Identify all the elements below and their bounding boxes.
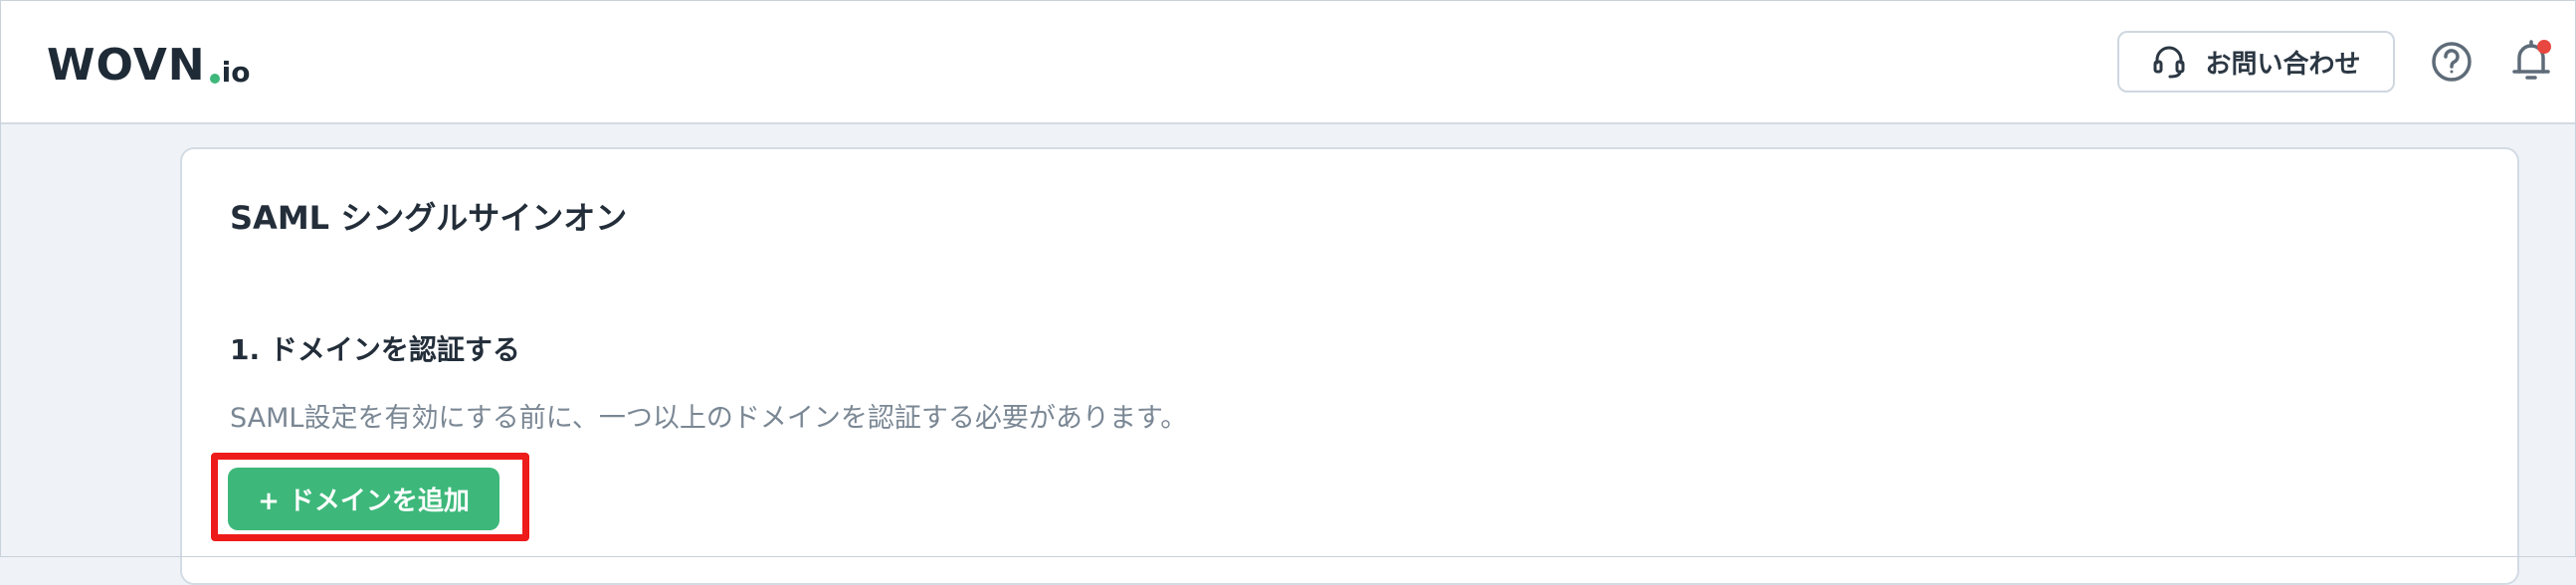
contact-button-label: お問い合わせ — [2205, 49, 2361, 80]
page-title: SAML シングルサインオン — [230, 199, 628, 237]
logo-suffix: io — [221, 56, 251, 89]
wovn-logo[interactable]: WOVN io — [47, 38, 250, 88]
logo-wordmark: WOVN — [47, 40, 206, 91]
section-title: 1. ドメインを認証する — [230, 333, 520, 366]
add-domain-button[interactable]: + ドメインを追加 — [228, 468, 499, 530]
saml-sso-card: SAML シングルサインオン 1. ドメインを認証する SAML設定を有効にする… — [180, 147, 2519, 585]
question-circle-icon[interactable] — [2430, 40, 2474, 84]
bell-icon[interactable] — [2509, 36, 2553, 86]
headset-icon — [2151, 44, 2187, 80]
top-bar: WOVN io お問い合わせ — [0, 0, 2576, 124]
contact-button[interactable]: お問い合わせ — [2117, 31, 2395, 93]
section-description: SAML設定を有効にする前に、一つ以上のドメインを認証する必要があります。 — [230, 403, 1188, 434]
logo-dot — [209, 74, 220, 84]
notification-badge — [2537, 40, 2551, 54]
